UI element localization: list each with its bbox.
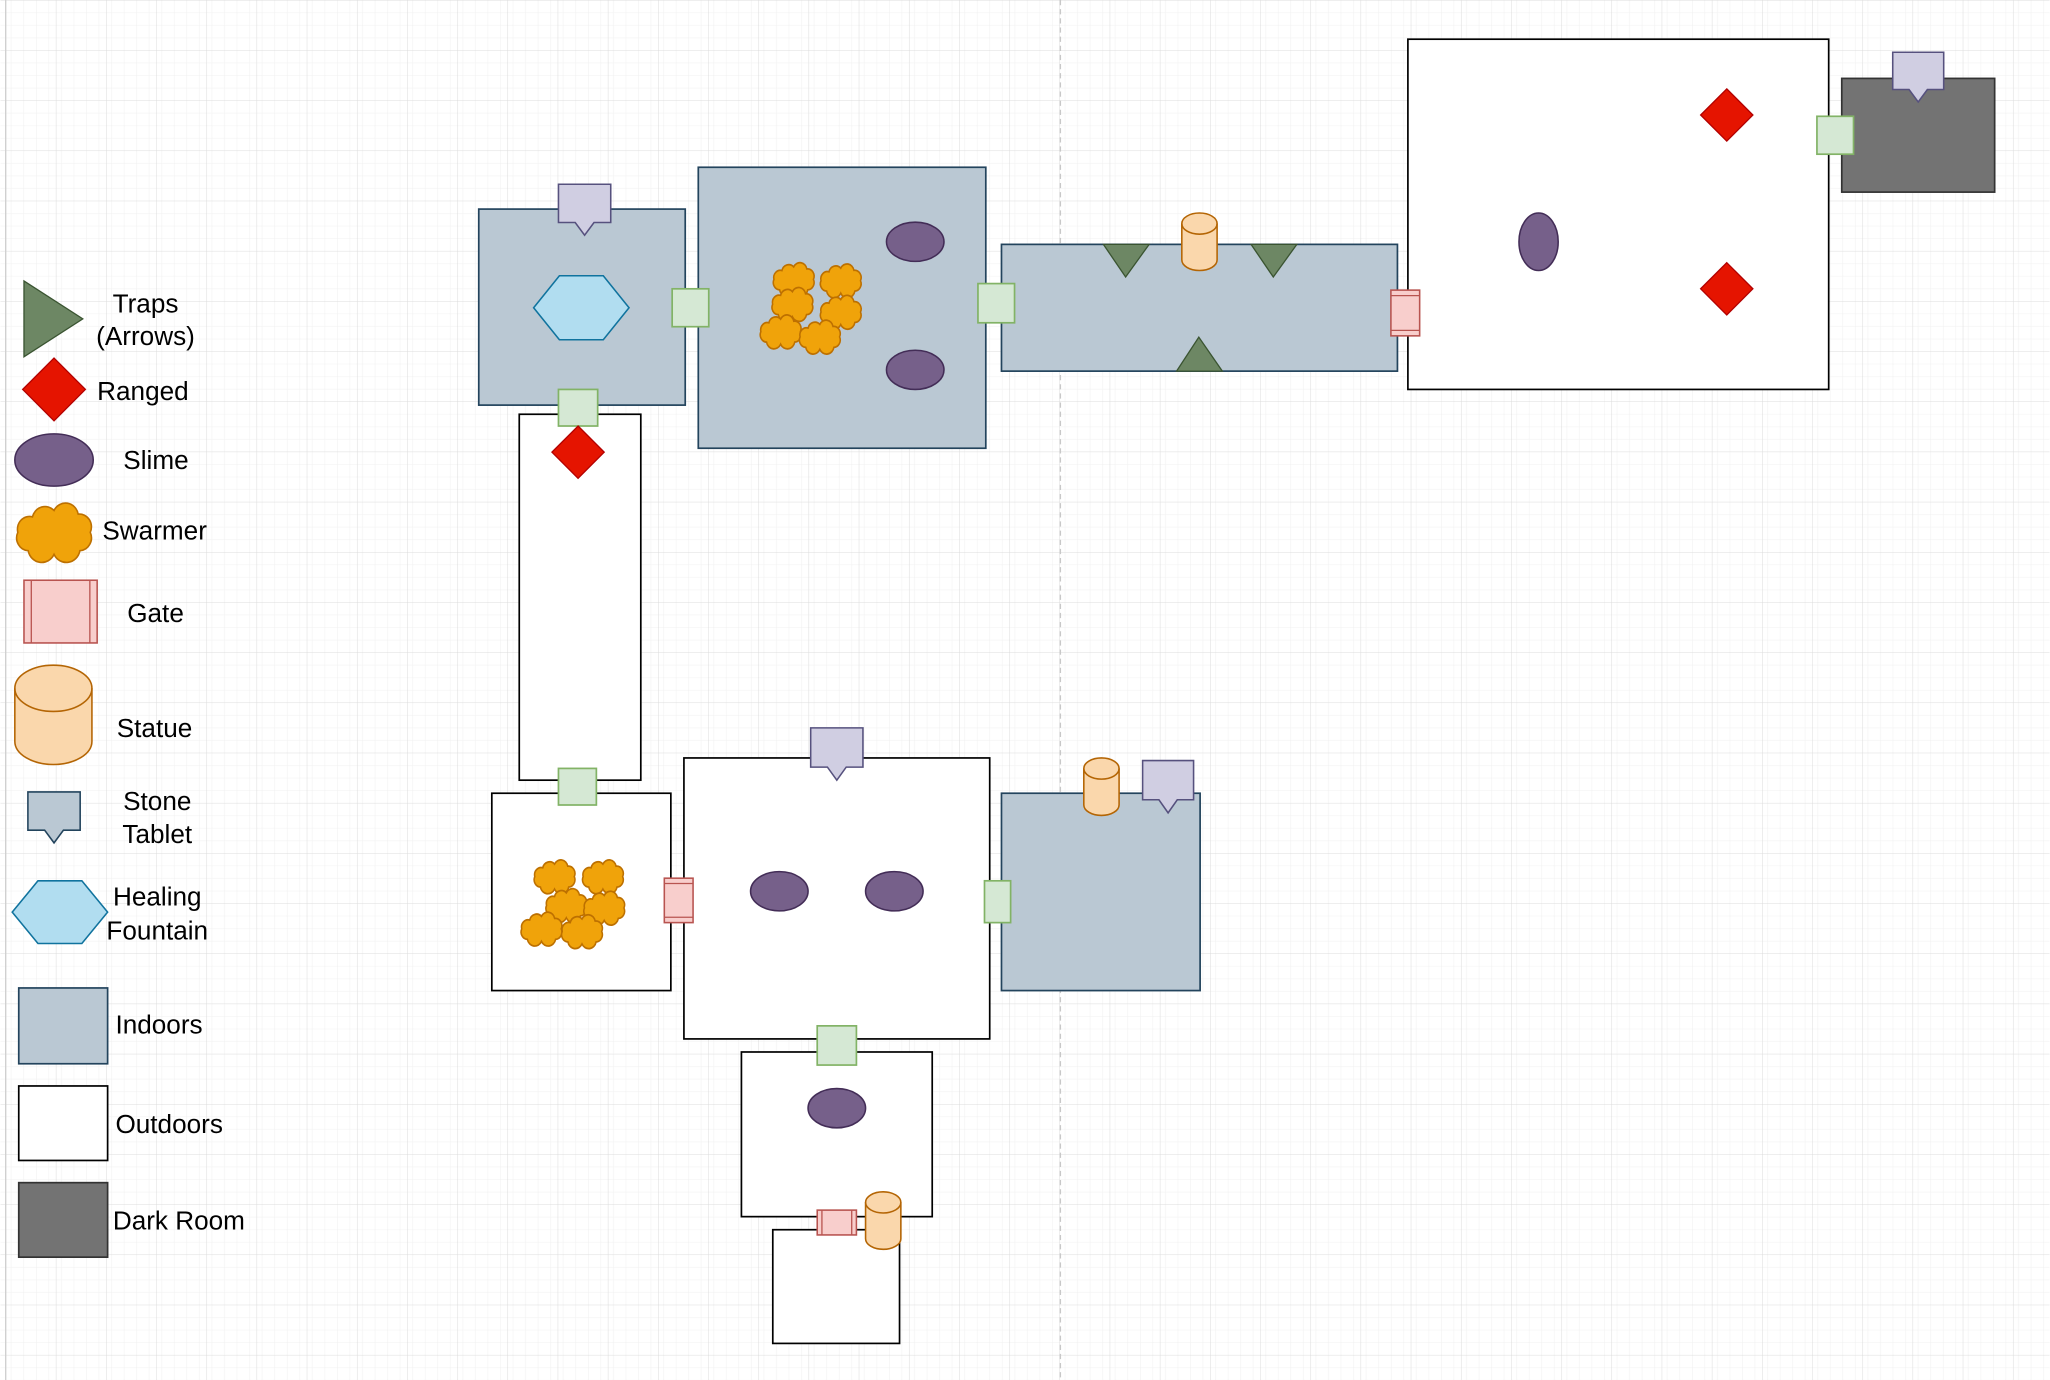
- room-outdoors[interactable]: [490, 792, 672, 992]
- statue-body[interactable]: [14, 664, 93, 766]
- statue-icon[interactable]: [1083, 757, 1120, 817]
- gate-body[interactable]: [816, 1209, 858, 1236]
- legend-swarmer-label: Swarmer: [102, 516, 207, 546]
- dungeon-map-canvas[interactable]: Traps (Arrows) Ranged Slime Swarmer Gate…: [0, 0, 2050, 1380]
- gate-body[interactable]: [663, 877, 694, 924]
- legend-dark-room-label: Dark Room: [113, 1206, 245, 1236]
- statue-body[interactable]: [864, 1191, 902, 1251]
- door[interactable]: [671, 287, 710, 328]
- legend-indoors-label: Indoors: [115, 1010, 202, 1040]
- door[interactable]: [557, 767, 598, 806]
- gate-body[interactable]: [1390, 289, 1421, 337]
- door[interactable]: [557, 388, 599, 427]
- legend-gate-label: Gate: [127, 598, 184, 628]
- legend-outdoors-label: Outdoors: [115, 1109, 222, 1139]
- legend-slime-label: Slime: [123, 445, 188, 475]
- gate-icon[interactable]: [23, 579, 98, 644]
- statue-icon[interactable]: [1181, 212, 1218, 272]
- legend-stone-tablet-label: Stone: [123, 786, 191, 816]
- door[interactable]: [983, 879, 1012, 924]
- statue-body[interactable]: [1181, 212, 1218, 272]
- legend-stone-tablet-label-2: Tablet: [122, 819, 192, 849]
- room-indoors[interactable]: [1000, 792, 1201, 992]
- slime-icon[interactable]: [885, 221, 945, 263]
- slime-icon[interactable]: [749, 870, 809, 912]
- legend-dark-room-swatch[interactable]: [17, 1181, 109, 1259]
- door[interactable]: [977, 282, 1016, 324]
- gate-icon[interactable]: [663, 877, 694, 924]
- statue-icon[interactable]: [864, 1191, 902, 1251]
- room-outdoors[interactable]: [1407, 38, 1830, 391]
- gate-icon[interactable]: [816, 1209, 858, 1236]
- door[interactable]: [1816, 115, 1855, 156]
- legend-traps-label: Traps: [113, 288, 179, 318]
- slime-icon[interactable]: [14, 433, 95, 487]
- room-outdoors[interactable]: [683, 757, 991, 1040]
- slime-icon[interactable]: [864, 870, 924, 912]
- door[interactable]: [816, 1025, 858, 1066]
- statue-body[interactable]: [1083, 757, 1120, 817]
- legend-ranged-label: Ranged: [97, 376, 189, 406]
- slime-icon[interactable]: [1518, 212, 1559, 272]
- legend-healing-fountain-label-2: Fountain: [106, 916, 208, 946]
- slime-icon[interactable]: [807, 1087, 867, 1129]
- room-outdoors[interactable]: [740, 1051, 934, 1218]
- slime-icon[interactable]: [885, 349, 945, 391]
- gate-body[interactable]: [23, 579, 98, 644]
- legend-outdoors-swatch[interactable]: [17, 1085, 109, 1162]
- legend-traps-label-2: (Arrows): [96, 321, 195, 351]
- legend-statue-label: Statue: [117, 713, 193, 743]
- legend-indoors-swatch[interactable]: [17, 987, 109, 1065]
- statue-icon[interactable]: [14, 664, 93, 766]
- legend-healing-fountain-label: Healing: [113, 882, 202, 912]
- gate-icon[interactable]: [1390, 289, 1421, 337]
